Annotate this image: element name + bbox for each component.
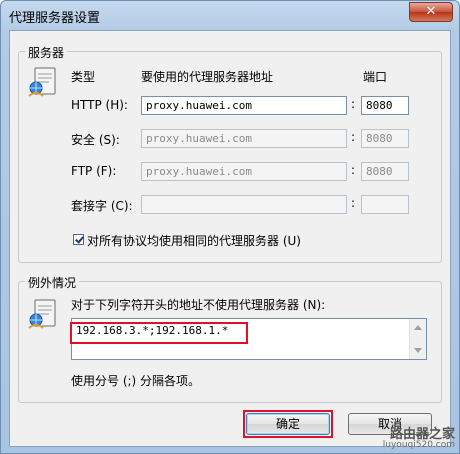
dialog-client-area: 服务器 类型 要使用的代理服务器地址 端口 HTTP (H): proxy.hu…	[9, 30, 451, 447]
close-button[interactable]: ✕	[409, 2, 453, 22]
secure-port-input[interactable]: 8080	[361, 129, 409, 148]
network-computer-icon	[28, 67, 56, 97]
exceptions-highlight-box	[70, 322, 248, 344]
exceptions-scrollbar[interactable]	[409, 319, 426, 359]
header-address: 要使用的代理服务器地址	[141, 70, 274, 84]
watermark-main: 路由器之家	[389, 427, 455, 442]
ftp-colon: :	[351, 163, 356, 177]
close-icon: ✕	[425, 4, 437, 19]
same-proxy-checkbox[interactable]	[73, 234, 84, 245]
ok-highlight-box	[243, 410, 333, 438]
exceptions-group-title: 例外情况	[25, 274, 80, 291]
same-proxy-label[interactable]: 对所有协议均使用相同的代理服务器 (U)	[87, 232, 301, 249]
ftp-address-input[interactable]: proxy.huawei.com	[141, 162, 347, 181]
title-bar[interactable]: 代理服务器设置 ✕	[1, 1, 459, 29]
header-port: 端口	[363, 70, 388, 84]
socks-address-input[interactable]	[141, 195, 347, 214]
exceptions-hint: 使用分号 (;) 分隔各项。	[71, 374, 201, 388]
http-port-input[interactable]: 8080	[361, 96, 409, 115]
window-title: 代理服务器设置	[9, 11, 101, 26]
servers-group: 服务器 类型 要使用的代理服务器地址 端口 HTTP (H): proxy.hu…	[18, 44, 442, 263]
ftp-label: FTP (F):	[71, 164, 117, 178]
network-computer-icon	[28, 299, 56, 329]
http-colon: :	[351, 97, 356, 111]
http-label: HTTP (H):	[71, 98, 128, 112]
exceptions-group: 例外情况 对于下列字符开头的地址不使用代理服务器 (N): 192.168.3.…	[18, 274, 442, 403]
socks-label: 套接字 (C):	[71, 199, 133, 213]
ftp-port-input[interactable]: 8080	[361, 162, 409, 181]
socks-port-input[interactable]	[361, 195, 409, 214]
http-address-input[interactable]: proxy.huawei.com	[141, 96, 347, 115]
header-type: 类型	[71, 70, 96, 84]
proxy-settings-dialog: 代理服务器设置 ✕ 服务器 类型 要使用的代理服务器地址 端口 HTTP (H)…	[0, 0, 460, 454]
site-watermark: 路由器之家 luyouqi520.com	[382, 427, 455, 451]
scroll-up-icon[interactable]	[414, 325, 422, 330]
watermark-url: luyouqi520.com	[382, 440, 455, 450]
socks-colon: :	[351, 196, 356, 210]
secure-address-input[interactable]: proxy.huawei.com	[141, 129, 347, 148]
secure-label: 安全 (S):	[71, 133, 120, 147]
scroll-down-icon[interactable]	[414, 348, 422, 353]
secure-colon: :	[351, 130, 356, 144]
servers-group-title: 服务器	[25, 44, 68, 61]
exceptions-description: 对于下列字符开头的地址不使用代理服务器 (N):	[71, 298, 326, 312]
